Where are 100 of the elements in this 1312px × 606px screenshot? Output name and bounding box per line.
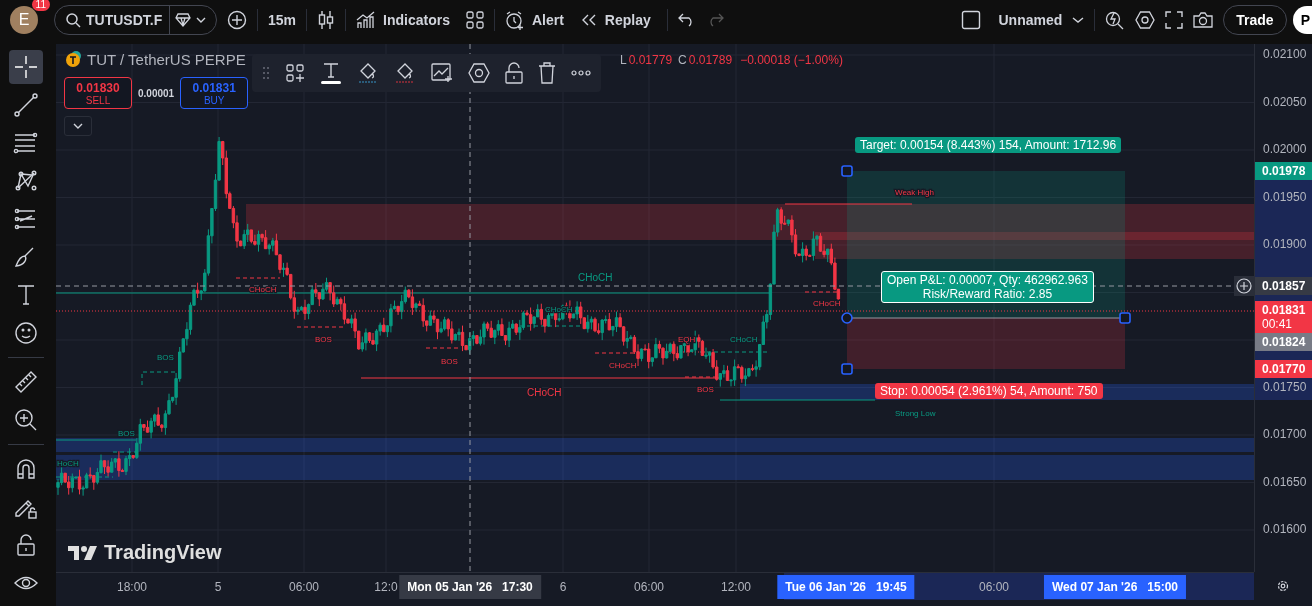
alarm-clock-icon	[504, 10, 525, 30]
structure-label: CHoCH	[249, 285, 277, 294]
close-label: C	[678, 53, 687, 67]
stop-label: Stop: 0.00054 (2.961%) 54, Amount: 750	[875, 383, 1103, 399]
structure-label: BOS	[315, 335, 332, 344]
time-tag: Wed 07 Jan '26 15:00	[1044, 575, 1186, 599]
zoom-icon	[13, 407, 39, 433]
structure-label: Weak High	[895, 188, 934, 197]
change-value: −0.00018 (−1.00%)	[740, 53, 843, 67]
price-tag: 0.01831 00:41	[1255, 301, 1312, 333]
price-tag: 0.01770	[1255, 360, 1312, 378]
structure-label: BOS	[118, 429, 135, 438]
low-label: L	[620, 53, 627, 67]
structure-label: CHoCH	[527, 387, 562, 398]
time-tag: Mon 05 Jan '26 17:30	[399, 575, 541, 599]
add-order-button[interactable]	[1234, 276, 1254, 296]
price-tick: 0.01750	[1263, 379, 1307, 394]
settings-icon[interactable]	[1276, 579, 1290, 593]
symbol-title: TUT / TetherUS PERPE	[87, 50, 246, 68]
time-tick: 12:00	[721, 580, 751, 594]
replay-button[interactable]: Replay	[579, 12, 651, 28]
fib-icon	[13, 130, 39, 156]
price-tick: 0.02050	[1263, 94, 1307, 109]
drawing-tool-button[interactable]	[9, 50, 43, 84]
chevron-down-icon[interactable]	[1072, 16, 1085, 24]
spread-value: 0.00001	[138, 87, 175, 99]
fullscreen-icon[interactable]	[1165, 11, 1184, 29]
trash-icon[interactable]	[538, 62, 556, 84]
unlock-icon[interactable]	[505, 62, 523, 84]
layout-square-icon[interactable]	[960, 10, 981, 30]
tradingview-logo-text: TradingView	[104, 541, 222, 564]
target-label: Target: 0.00154 (8.443%) 154, Amount: 1712.96	[855, 137, 1122, 153]
structure-label: BOS	[441, 357, 458, 366]
structure-line	[235, 277, 281, 279]
structure-label: HoCH	[57, 459, 79, 468]
price-tick: 0.01900	[1263, 237, 1307, 251]
emoji-icon	[13, 320, 39, 346]
more-icon[interactable]	[571, 70, 591, 76]
structure-line	[56, 476, 114, 478]
quick-search-icon[interactable]	[1105, 10, 1126, 30]
time-tick: 5	[214, 580, 222, 594]
price-tag: 0.01857	[1255, 277, 1312, 295]
alert-button[interactable]: Alert	[504, 10, 564, 30]
notification-badge: 11	[31, 0, 50, 11]
structure-line	[296, 326, 345, 328]
add-symbol-icon[interactable]	[227, 10, 247, 30]
camera-icon[interactable]	[1193, 11, 1214, 29]
structure-label: BOS	[157, 353, 174, 362]
price-tick: 0.01650	[1263, 474, 1307, 489]
structure-label: CHoCH	[578, 272, 613, 283]
tradingview-logo-icon	[68, 544, 98, 561]
coin-logo-icon	[65, 50, 83, 68]
time-tag: Tue 06 Jan '26 19:45	[777, 575, 915, 599]
structure-line	[112, 451, 137, 453]
price-tick: 0.02000	[1263, 142, 1307, 156]
price-tick: 0.01600	[1263, 522, 1307, 536]
fill-bucket-icon[interactable]	[394, 61, 416, 85]
price-tag: 0.01978	[1255, 162, 1312, 180]
sell-button[interactable]: 0.01830 SELL	[64, 77, 132, 109]
bar-chart-icon	[356, 11, 377, 29]
text-color-icon[interactable]	[320, 61, 342, 85]
close-value: 0.01789	[688, 53, 733, 67]
chart-add-icon[interactable]	[431, 63, 453, 83]
candles-icon[interactable]	[317, 10, 336, 30]
long-position-drawing[interactable]	[841, 165, 1131, 375]
collapse-button[interactable]	[64, 116, 92, 136]
fill-bucket-icon[interactable]	[357, 61, 379, 85]
drag-handle-icon[interactable]	[262, 66, 270, 80]
time-tick: 18:00	[117, 580, 147, 594]
buy-button[interactable]: 0.01831 BUY	[180, 77, 249, 109]
price-tick: 0.01950	[1263, 189, 1307, 204]
publish-button[interactable]: P	[1292, 6, 1312, 34]
ruler-icon	[13, 369, 39, 395]
symbol-text: TUTUSDT.F	[86, 12, 164, 28]
time-tick: 12:0	[374, 580, 398, 594]
structure-line	[425, 347, 461, 349]
line-icon	[13, 92, 39, 118]
add-template-icon[interactable]	[285, 63, 305, 83]
low-value: 0.01779	[628, 53, 673, 67]
structure-label: Strong Low	[895, 409, 936, 418]
settings-icon[interactable]	[1135, 10, 1156, 30]
diamond-icon[interactable]	[175, 13, 191, 27]
settings-icon[interactable]	[468, 63, 490, 83]
structure-label: BOS	[697, 385, 714, 394]
layout-grid-icon[interactable]	[465, 11, 484, 29]
chevron-down-icon[interactable]	[196, 16, 206, 24]
layout-name-button[interactable]: Unnamed	[998, 12, 1063, 28]
time-tick: 6	[559, 580, 567, 594]
structure-label: CHoCH	[730, 335, 758, 344]
time-tick: 06:00	[289, 580, 319, 594]
time-tick: 06:00	[979, 580, 1009, 594]
price-tick: 0.02100	[1263, 47, 1307, 61]
user-avatar[interactable]: E	[10, 6, 38, 34]
structure-label: CHoCH	[609, 361, 637, 370]
crosshair-icon	[13, 54, 39, 80]
price-tag: 0.01824	[1255, 333, 1312, 351]
chevron-down-icon	[73, 123, 83, 129]
interval-button[interactable]: 15m	[268, 12, 297, 28]
pnl-label: Open P&L: 0.00007, Qty: 462962.963 Risk/Reward Ratio: 2.85	[881, 271, 1094, 303]
indicators-button[interactable]: Indicators	[356, 11, 450, 29]
